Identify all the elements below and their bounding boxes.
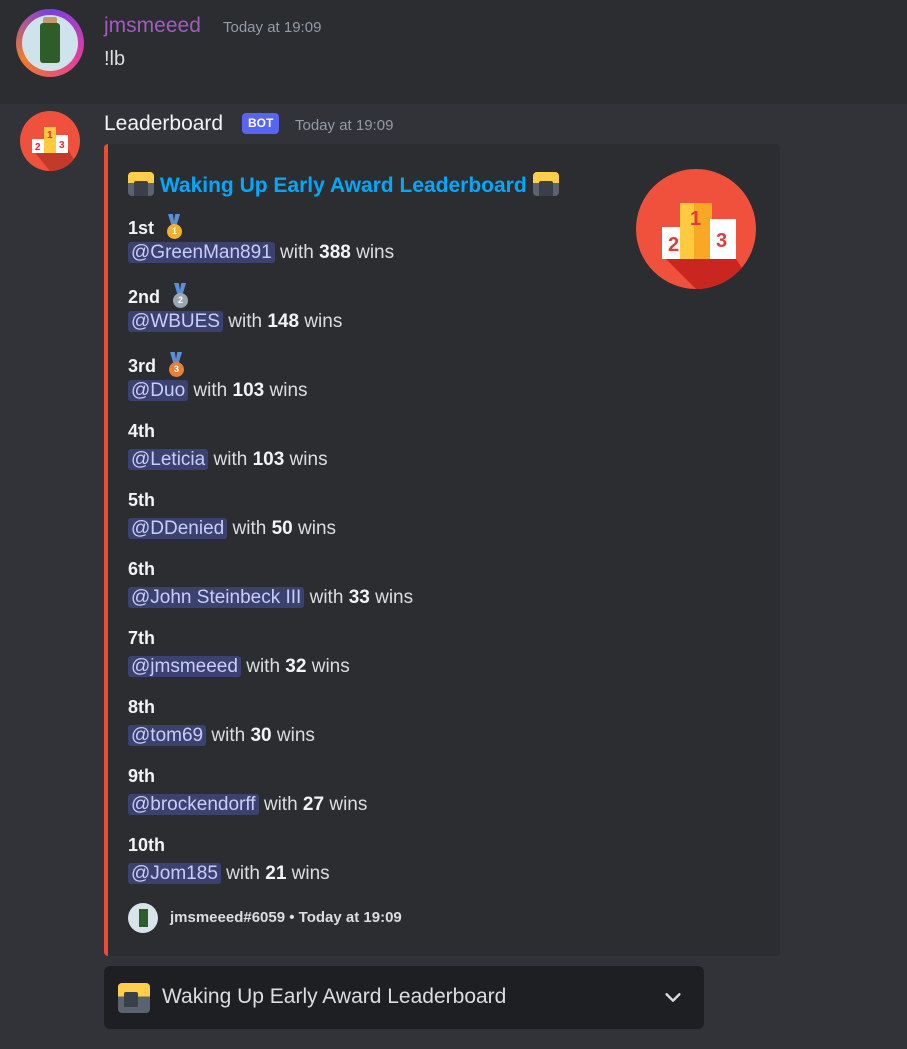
wins-suffix: wins [286, 863, 330, 884]
user-avatar[interactable] [16, 9, 84, 77]
rank-label: 9th [128, 766, 155, 786]
rank-label: 2nd [128, 287, 161, 307]
wins-suffix: wins [350, 242, 395, 263]
with-text: with [258, 794, 303, 815]
silver-medal-icon: 2 [169, 283, 191, 309]
wins-count: 103 [252, 449, 285, 470]
rank-label: 1st [128, 218, 155, 238]
chevron-down-icon[interactable] [662, 986, 684, 1008]
user-mention[interactable]: @GreenMan891 [128, 242, 275, 263]
svg-text:2: 2 [35, 142, 41, 153]
leaderboard-entry: 6th @John Steinbeck III with 33 wins [128, 559, 628, 628]
user-mention[interactable]: @Jom185 [128, 863, 221, 884]
user-mention[interactable]: @tom69 [128, 725, 207, 746]
footer-text: jmsmeeed#6059 • Today at 19:09 [170, 909, 402, 926]
bot-author-name[interactable]: Leaderboard [104, 112, 223, 136]
wins-suffix: wins [299, 311, 343, 332]
with-text: with [274, 242, 320, 263]
rank-label: 6th [128, 559, 155, 579]
wins-suffix: wins [324, 794, 368, 815]
leaderboard-embed: Waking Up Early Award Leaderboard 2 1 3 … [104, 144, 780, 956]
with-text: with [188, 380, 233, 401]
user-mention[interactable]: @Duo [128, 380, 189, 401]
leaderboard-entry: 9th @brockendorff with 27 wins [128, 766, 628, 835]
gold-medal-icon: 1 [163, 214, 185, 240]
podium-thumbnail: 2 1 3 [636, 169, 756, 289]
leaderboard-entry: 2nd 2 @WBUES with 148 wins [128, 283, 628, 352]
with-text: with [220, 863, 266, 884]
wins-count: 148 [267, 311, 300, 332]
wins-suffix: wins [306, 656, 350, 677]
rank-label: 10th [128, 835, 166, 855]
svg-text:1: 1 [690, 208, 701, 230]
select-menu-label: Waking Up Early Award Leaderboard [162, 985, 507, 1008]
svg-text:2: 2 [668, 234, 679, 256]
with-text: with [304, 587, 349, 608]
leaderboard-entry: 5th @DDenied with 50 wins [128, 490, 628, 559]
with-text: with [227, 518, 272, 539]
user-mention[interactable]: @brockendorff [128, 794, 259, 815]
svg-text:1: 1 [47, 130, 53, 141]
wins-suffix: wins [271, 725, 315, 746]
user-mention[interactable]: @John Steinbeck III [128, 587, 305, 608]
message-timestamp: Today at 19:09 [223, 19, 322, 36]
rank-label: 3rd [128, 356, 157, 376]
user-mention[interactable]: @jmsmeeed [128, 656, 241, 677]
sunrise-city-icon [128, 172, 154, 196]
leaderboard-entry: 1st 1 @GreenMan891 with 388 wins [128, 214, 628, 283]
leaderboard-list: 1st 1 @GreenMan891 with 388 wins 2nd 2 @… [128, 214, 628, 904]
sunrise-city-icon [532, 172, 559, 196]
wins-count: 388 [319, 242, 351, 263]
leaderboard-select-menu[interactable]: Waking Up Early Award Leaderboard [104, 966, 704, 1029]
leaderboard-entry: 8th @tom69 with 30 wins [128, 697, 628, 766]
user-mention[interactable]: @DDenied [128, 518, 228, 539]
wins-count: 33 [348, 587, 370, 608]
wins-suffix: wins [264, 380, 308, 401]
bronze-medal-icon: 3 [165, 352, 187, 378]
wins-count: 30 [250, 725, 272, 746]
bot-badge: BOT [242, 113, 280, 134]
message-content: !lb [104, 48, 126, 70]
bot-avatar[interactable]: 2 1 3 [20, 111, 80, 171]
svg-text:3: 3 [716, 230, 727, 252]
with-text: with [208, 449, 253, 470]
wins-count: 32 [285, 656, 307, 677]
wins-suffix: wins [292, 518, 337, 539]
wins-suffix: wins [369, 587, 414, 608]
leaderboard-entry: 10th @Jom185 with 21 wins [128, 835, 628, 904]
sunrise-city-icon [118, 983, 150, 1013]
wins-suffix: wins [284, 449, 328, 470]
rank-label: 8th [128, 697, 155, 717]
leaderboard-entry: 7th @jmsmeeed with 32 wins [128, 628, 628, 697]
with-text: with [240, 656, 286, 677]
embed-title-text[interactable]: Waking Up Early Award Leaderboard [160, 174, 527, 197]
rank-label: 5th [128, 490, 155, 510]
message-author-name[interactable]: jmsmeeed [104, 14, 201, 38]
user-mention[interactable]: @WBUES [128, 311, 223, 332]
user-mention[interactable]: @Leticia [128, 449, 209, 470]
with-text: with [206, 725, 251, 746]
wins-count: 21 [265, 863, 287, 884]
wins-count: 103 [232, 380, 265, 401]
bot-message-timestamp: Today at 19:09 [295, 117, 394, 134]
svg-text:3: 3 [59, 140, 65, 151]
leaderboard-entry: 3rd 3 @Duo with 103 wins [128, 352, 628, 421]
rank-label: 7th [128, 628, 155, 648]
with-text: with [222, 311, 268, 332]
footer-avatar [128, 903, 158, 933]
wins-count: 50 [271, 518, 293, 539]
rank-label: 4th [128, 421, 155, 441]
message-row-user: jmsmeeed Today at 19:09 !lb [0, 0, 907, 104]
leaderboard-entry: 4th @Leticia with 103 wins [128, 421, 628, 490]
wins-count: 27 [302, 794, 325, 815]
embed-title[interactable]: Waking Up Early Award Leaderboard [128, 172, 559, 198]
embed-accent-bar [104, 144, 108, 956]
